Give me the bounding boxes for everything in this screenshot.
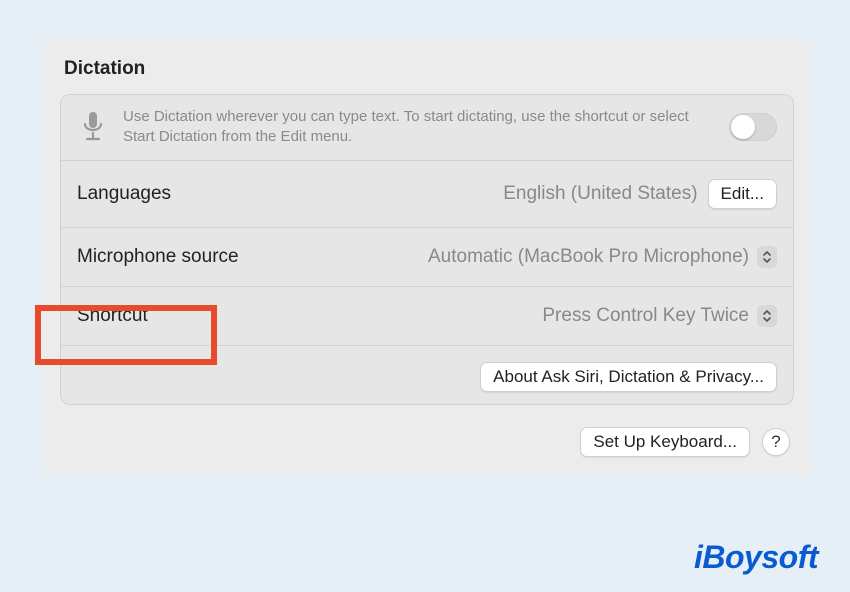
section-title: Dictation [60,58,794,80]
languages-right: English (United States) Edit... [503,179,777,209]
chevron-updown-icon [757,305,777,327]
shortcut-row: Shortcut Press Control Key Twice [61,287,793,346]
info-description: Use Dictation wherever you can type text… [123,107,715,148]
microphone-row: Microphone source Automatic (MacBook Pro… [61,228,793,287]
dictation-card: Use Dictation wherever you can type text… [60,94,794,405]
shortcut-label: Shortcut [77,305,148,327]
microphone-icon [77,110,109,144]
watermark-logo: iBoysoft [694,539,818,576]
microphone-label: Microphone source [77,246,239,268]
chevron-updown-icon [757,246,777,268]
shortcut-select[interactable]: Press Control Key Twice [542,305,777,327]
languages-row: Languages English (United States) Edit..… [61,161,793,228]
footer-row: Set Up Keyboard... ? [60,427,794,457]
info-row: Use Dictation wherever you can type text… [61,95,793,161]
microphone-value: Automatic (MacBook Pro Microphone) [428,246,749,268]
languages-label: Languages [77,183,171,205]
languages-value: English (United States) [503,183,697,205]
shortcut-value: Press Control Key Twice [542,305,749,327]
microphone-select[interactable]: Automatic (MacBook Pro Microphone) [428,246,777,268]
setup-keyboard-button[interactable]: Set Up Keyboard... [580,427,750,457]
dictation-panel: Dictation Use Dictation wherever you can… [42,40,812,475]
help-button[interactable]: ? [762,428,790,456]
toggle-knob [731,115,755,139]
about-privacy-button[interactable]: About Ask Siri, Dictation & Privacy... [480,362,777,392]
languages-edit-button[interactable]: Edit... [708,179,777,209]
dictation-toggle[interactable] [729,113,777,141]
privacy-action-row: About Ask Siri, Dictation & Privacy... [61,346,793,404]
